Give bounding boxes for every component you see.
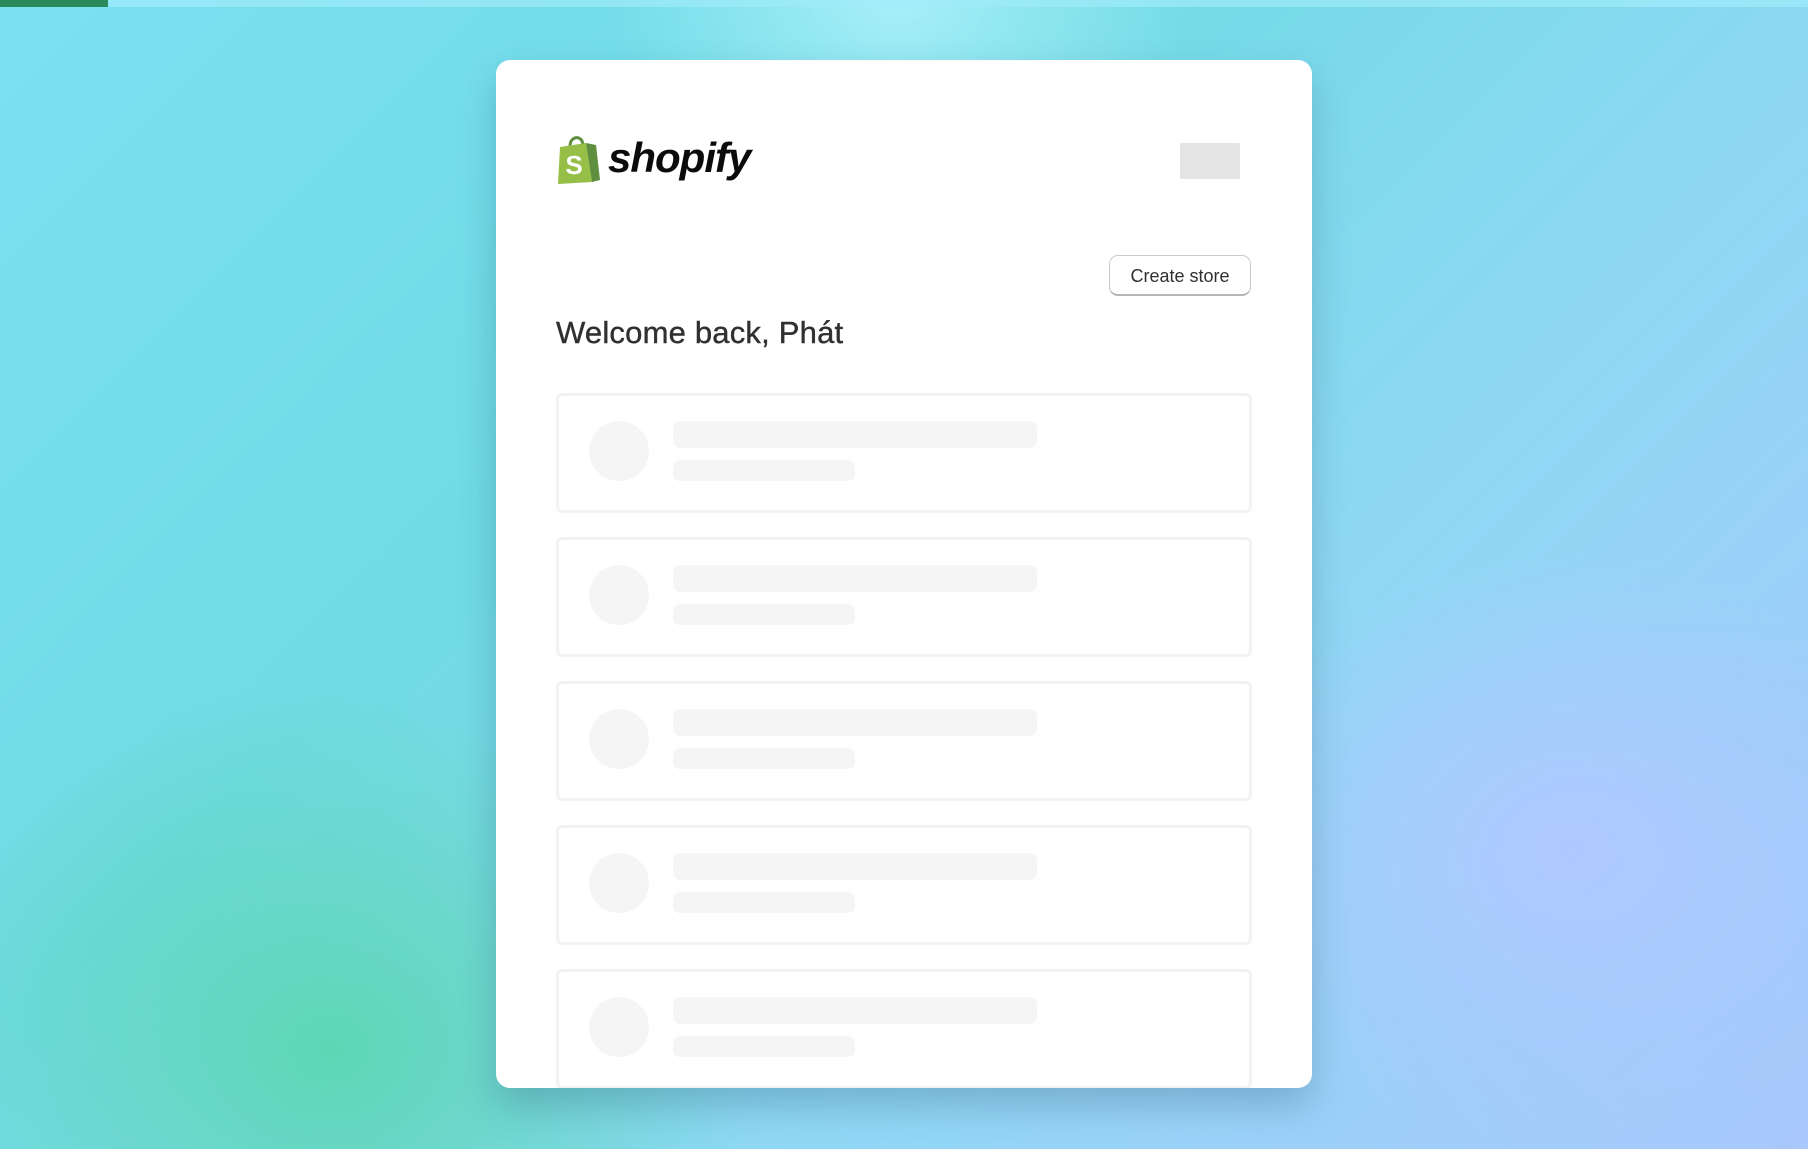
store-name-skeleton (673, 565, 1037, 592)
account-avatar-placeholder[interactable] (1180, 143, 1240, 179)
store-list-item-skeleton (556, 969, 1252, 1088)
create-store-button[interactable]: Create store (1109, 255, 1251, 296)
store-list (556, 393, 1252, 1088)
store-avatar-skeleton (589, 853, 649, 913)
shopify-bag-icon: S (558, 136, 600, 184)
store-list-item-skeleton (556, 537, 1252, 657)
store-url-skeleton (673, 892, 855, 913)
shopify-logo: S shopify (556, 130, 751, 186)
store-avatar-skeleton (589, 709, 649, 769)
store-name-skeleton (673, 421, 1037, 448)
store-url-skeleton (673, 460, 855, 481)
store-list-item-skeleton (556, 681, 1252, 801)
loading-progress-bar (0, 0, 1808, 7)
loading-progress-fill (0, 0, 109, 7)
store-url-skeleton (673, 604, 855, 625)
store-url-skeleton (673, 1036, 855, 1057)
svg-text:S: S (565, 150, 582, 180)
store-url-skeleton (673, 748, 855, 769)
shopify-wordmark: shopify (608, 134, 751, 181)
store-list-item-skeleton (556, 393, 1252, 513)
store-avatar-skeleton (589, 421, 649, 481)
store-avatar-skeleton (589, 997, 649, 1057)
store-name-skeleton (673, 709, 1037, 736)
store-picker-card: S shopify Welcome back, Phát Create stor… (496, 60, 1312, 1088)
store-avatar-skeleton (589, 565, 649, 625)
page-title: Welcome back, Phát (556, 315, 844, 350)
store-name-skeleton (673, 997, 1037, 1024)
store-name-skeleton (673, 853, 1037, 880)
store-list-item-skeleton (556, 825, 1252, 945)
